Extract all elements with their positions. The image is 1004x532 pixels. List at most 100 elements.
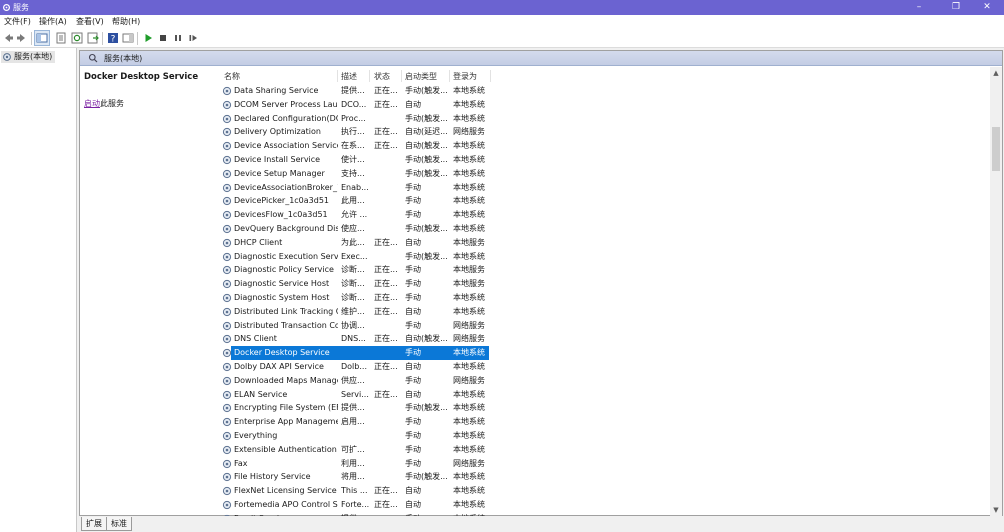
service-log-on-as-cell: 网络服务 xyxy=(453,458,485,468)
export-list-button[interactable] xyxy=(86,31,100,45)
start-service-button[interactable] xyxy=(141,31,155,45)
scroll-down-arrow-icon[interactable]: ▼ xyxy=(990,504,1002,516)
start-service-suffix: 此服务 xyxy=(100,99,124,108)
refresh-button[interactable] xyxy=(70,31,84,45)
restart-icon xyxy=(189,35,197,41)
menu-view[interactable]: 查看(V) xyxy=(74,16,106,28)
gear-icon xyxy=(222,335,232,344)
table-row[interactable]: DCOM Server Process Lau... DCO... 正在... 自动 本… xyxy=(214,98,514,112)
table-row[interactable]: DHCP Client 为此... 正在... 自动 本地服务 xyxy=(214,236,514,250)
pause-service-button[interactable] xyxy=(171,31,185,45)
refresh-icon xyxy=(71,32,83,44)
table-row[interactable]: DeviceAssociationBroker_1...Enab... 手动 本地系… xyxy=(214,181,514,195)
tab-standard[interactable]: 标准 xyxy=(106,517,132,531)
table-row[interactable]: File History Service 将用... 手动(触发... 本地系统 xyxy=(214,470,514,484)
service-startup-type-cell: 手动 xyxy=(405,265,421,275)
menu-action[interactable]: 操作(A) xyxy=(37,16,69,28)
table-row[interactable]: Distributed Link Tracking C... 维护... 正在...… xyxy=(214,305,514,319)
menu-help[interactable]: 帮助(H) xyxy=(110,16,142,28)
service-log-on-as-cell: 本地系统 xyxy=(453,251,485,261)
column-separator[interactable] xyxy=(369,70,370,82)
column-separator[interactable] xyxy=(401,70,402,82)
vertical-scrollbar[interactable]: ▲ ▼ xyxy=(990,67,1002,516)
stop-service-button[interactable] xyxy=(156,31,170,45)
minimize-button[interactable]: – xyxy=(902,0,936,15)
properties-button[interactable] xyxy=(54,31,68,45)
table-row[interactable]: Everything 手动 本地系统 xyxy=(214,429,514,443)
table-row[interactable]: FlexNet Licensing Service This ... 正在... 自动… xyxy=(214,484,514,498)
toolbar: ? xyxy=(0,29,1004,48)
help-button[interactable]: ? xyxy=(106,31,120,45)
service-log-on-as-cell: 本地系统 xyxy=(453,141,485,151)
gear-icon xyxy=(222,459,232,468)
table-row[interactable]: ELAN Service Servi... 正在... 自动 本地系统 xyxy=(214,388,514,402)
table-row[interactable]: Data Sharing Service 提供... 正在... 手动(触发... 本地… xyxy=(214,84,514,98)
service-description-cell: 提供... xyxy=(341,403,365,413)
table-row[interactable]: DevQuery Background Dis... 使应... 手动(触发... 本… xyxy=(214,222,514,236)
table-row[interactable]: Diagnostic System Host 诊断... 正在... 手动 本地系统 xyxy=(214,291,514,305)
restart-service-button[interactable] xyxy=(186,31,200,45)
restore-button[interactable]: ❐ xyxy=(939,0,973,15)
table-row[interactable]: Diagnostic Policy Service 诊断... 正在... 手动 本地服… xyxy=(214,263,514,277)
table-row[interactable]: Fraxit Service提供... 手动本地系统 xyxy=(214,512,514,516)
column-header-startup-type[interactable]: 启动类型 xyxy=(405,72,437,82)
console-tree-icon xyxy=(36,33,48,43)
menu-file[interactable]: 文件(F) xyxy=(2,16,33,28)
panel-title: 服务(本地) xyxy=(104,54,143,63)
menu-bar: 文件(F) 操作(A) 查看(V) 帮助(H) xyxy=(0,15,1004,29)
gear-icon xyxy=(222,100,232,109)
table-row[interactable]: Diagnostic Service Host 诊断... 正在... 手动 本地服务 xyxy=(214,277,514,291)
gear-icon xyxy=(222,349,232,358)
service-startup-type-cell: 手动 xyxy=(405,196,421,206)
table-row[interactable]: Declared Configuration(DC... Proc... 手动(触发… xyxy=(214,112,514,126)
column-header-log-on-as[interactable]: 登录为 xyxy=(453,72,477,82)
table-row[interactable]: Distributed Transaction Co... 协调... 手动 网络服务 xyxy=(214,319,514,333)
tree-node-label: 服务(本地) xyxy=(14,52,53,61)
scrollbar-thumb[interactable] xyxy=(992,127,1000,171)
table-row[interactable]: Device Install Service 使计... 手动(触发... 本地系统 xyxy=(214,153,514,167)
table-row[interactable]: Device Setup Manager 支持... 手动(触发... 本地系统 xyxy=(214,167,514,181)
service-description-cell: 诊断... xyxy=(341,293,365,302)
back-button[interactable] xyxy=(1,31,15,45)
scroll-up-arrow-icon[interactable]: ▲ xyxy=(990,67,1002,79)
table-row[interactable]: Device Association Service 在系... 正在... 自动(触… xyxy=(214,139,514,153)
table-row[interactable]: DNS Client DNS... 正在... 自动(触发... 网络服务 xyxy=(214,332,514,346)
service-log-on-as-cell: 本地系统 xyxy=(453,113,485,123)
tab-extended[interactable]: 扩展 xyxy=(81,517,107,531)
table-row[interactable]: DevicePicker_1c0a3d51 此用... 手动 本地系统 xyxy=(214,194,514,208)
service-name-cell: Fortemedia APO Control S... xyxy=(234,500,338,509)
column-header-status[interactable]: 状态 xyxy=(374,72,390,82)
service-log-on-as-cell: 本地系统 xyxy=(453,155,485,164)
table-row[interactable]: Dolby DAX API Service Dolb... 正在... 自动 本地系统 xyxy=(214,360,514,374)
panel-header: 服务(本地) xyxy=(80,51,1002,66)
service-startup-type-cell: 手动(触发... xyxy=(405,113,448,123)
service-startup-type-cell: 手动 xyxy=(405,417,421,427)
table-row[interactable]: Fortemedia APO Control S... Forte... 正在...… xyxy=(214,498,514,512)
table-row[interactable]: Diagnostic Execution ServiceExec... 手动(触发… xyxy=(214,250,514,264)
table-row[interactable]: Downloaded Maps Manager 供应... 手动 网络服务 xyxy=(214,374,514,388)
table-row-selected[interactable]: Docker Desktop Service 手动 本地系统 xyxy=(214,346,514,360)
show-hide-tree-button[interactable] xyxy=(34,30,50,46)
gear-icon xyxy=(222,321,232,330)
column-header-description[interactable]: 描述 xyxy=(341,72,357,82)
tree-node-services-local[interactable]: 服务(本地) xyxy=(1,51,55,63)
table-row[interactable]: Extensible Authentication ... 可扩... 手动 本地系统 xyxy=(214,443,514,457)
action-pane-button[interactable] xyxy=(121,31,135,45)
column-separator[interactable] xyxy=(490,70,491,82)
service-startup-type-cell: 手动 xyxy=(405,458,421,468)
table-row[interactable]: Enterprise App Manageme... 启用... 手动 本地系统 xyxy=(214,415,514,429)
table-row[interactable]: Encrypting File System (EFS) 提供... 手动(触发..… xyxy=(214,401,514,415)
column-header-name[interactable]: 名称 xyxy=(224,72,240,82)
close-button[interactable]: ✕ xyxy=(970,0,1004,15)
table-row[interactable]: Fax 利用... 手动 网络服务 xyxy=(214,457,514,471)
forward-button[interactable] xyxy=(15,31,29,45)
service-description-cell: DCO... xyxy=(341,99,367,109)
table-row[interactable]: Delivery Optimization 执行... 正在... 自动(延迟... 网… xyxy=(214,125,514,139)
start-service-link[interactable]: 启动 xyxy=(84,99,100,108)
service-description-cell: 启用... xyxy=(341,417,365,427)
column-separator[interactable] xyxy=(337,70,338,82)
service-description-cell: 将用... xyxy=(341,472,365,482)
column-separator[interactable] xyxy=(449,70,450,82)
table-row[interactable]: DevicesFlow_1c0a3d51 允许 ... 手动 本地系统 xyxy=(214,208,514,222)
service-description-cell: 可扩... xyxy=(341,444,365,454)
